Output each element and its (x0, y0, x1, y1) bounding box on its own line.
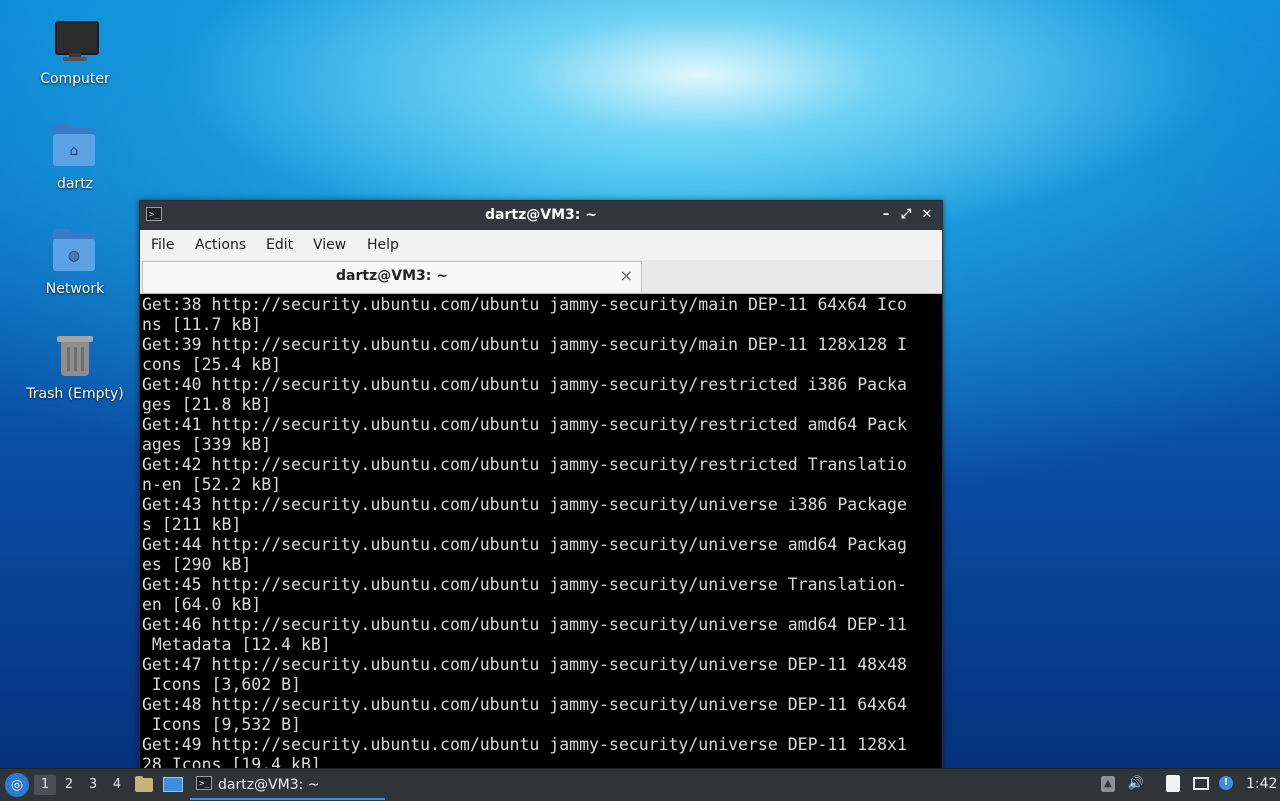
terminal-line: 28 Icons [19.4 kB] (142, 755, 321, 769)
desktop-icon-label: Computer (40, 71, 110, 87)
terminal-line: Get:40 http://security.ubuntu.com/ubuntu… (142, 375, 907, 394)
workspace-4[interactable]: 4 (106, 775, 128, 795)
menu-help[interactable]: Help (367, 237, 399, 253)
terminal-line: Metadata [12.4 kB] (142, 635, 331, 654)
close-button[interactable]: ✕ (918, 206, 936, 224)
desktop-icon-trash[interactable]: Trash (Empty) (20, 332, 130, 403)
terminal-line: Get:47 http://security.ubuntu.com/ubuntu… (142, 655, 907, 674)
window-titlebar[interactable]: >_ dartz@VM3: ~ – ⤢ ✕ (140, 201, 942, 230)
desktop-icon-computer[interactable]: Computer (20, 17, 130, 88)
terminal-window[interactable]: >_ dartz@VM3: ~ – ⤢ ✕ File Actions Edit … (139, 200, 943, 772)
clipboard-icon[interactable] (1164, 775, 1182, 793)
menu-actions[interactable]: Actions (195, 237, 246, 253)
file-manager-launcher-icon[interactable] (135, 776, 153, 792)
desktop-icon-label: Network (45, 281, 105, 297)
terminal-line: ns [11.7 kB] (142, 315, 262, 334)
terminal-line: Get:42 http://security.ubuntu.com/ubuntu… (142, 455, 907, 474)
tab-terminal[interactable]: dartz@VM3: ~ × (142, 261, 642, 292)
terminal-line: n-en [52.2 kB] (142, 475, 282, 494)
home-folder-icon: ⌂ (51, 122, 99, 170)
menu-edit[interactable]: Edit (266, 237, 293, 253)
task-terminal[interactable]: >_ dartz@VM3: ~ (190, 772, 385, 800)
terminal-line: Get:46 http://security.ubuntu.com/ubuntu… (142, 615, 907, 634)
terminal-line: Icons [3,602 B] (142, 675, 301, 694)
update-notifier-icon[interactable]: ! (1217, 775, 1235, 793)
start-menu-button[interactable]: ◎ (5, 773, 29, 797)
network-folder-icon: ◍ (51, 227, 99, 275)
menubar: File Actions Edit View Help (140, 230, 942, 260)
minimize-button[interactable]: – (877, 206, 895, 224)
menu-file[interactable]: File (151, 237, 174, 253)
clock[interactable]: 1:42 (1246, 776, 1277, 792)
window-title: dartz@VM3: ~ (485, 207, 597, 223)
terminal-line: ges [21.8 kB] (142, 395, 272, 414)
desktop-icon-label: dartz (56, 176, 94, 192)
terminal-line: Get:43 http://security.ubuntu.com/ubuntu… (142, 495, 907, 514)
desktop-icon-label: Trash (Empty) (26, 386, 124, 402)
workspace-3[interactable]: 3 (82, 775, 104, 795)
terminal-line: Get:44 http://security.ubuntu.com/ubuntu… (142, 535, 907, 554)
terminal-line: s [211 kB] (142, 515, 242, 534)
workspace-2[interactable]: 2 (58, 775, 80, 795)
menu-view[interactable]: View (313, 237, 346, 253)
terminal-line: Icons [9,532 B] (142, 715, 301, 734)
tab-close-icon[interactable]: × (620, 266, 633, 285)
terminal-line: Get:45 http://security.ubuntu.com/ubuntu… (142, 575, 907, 594)
maximize-button[interactable]: ⤢ (897, 206, 915, 224)
tab-label: dartz@VM3: ~ (336, 268, 448, 284)
desktop-icon-network[interactable]: ◍ Network (20, 227, 130, 298)
volume-icon[interactable]: 🔊 (1127, 775, 1145, 793)
terminal-line: Get:49 http://security.ubuntu.com/ubuntu… (142, 735, 907, 754)
terminal-line: Get:39 http://security.ubuntu.com/ubuntu… (142, 335, 907, 354)
terminal-line: es [290 kB] (142, 555, 252, 574)
terminal-output[interactable]: Get:38 http://security.ubuntu.com/ubuntu… (142, 295, 940, 769)
upload-icon[interactable]: ▲ (1099, 775, 1117, 793)
trash-icon (51, 332, 99, 380)
terminal-line: Get:48 http://security.ubuntu.com/ubuntu… (142, 695, 907, 714)
terminal-line: cons [25.4 kB] (142, 355, 282, 374)
terminal-line: Get:38 http://security.ubuntu.com/ubuntu… (142, 295, 907, 314)
task-label: dartz@VM3: ~ (218, 777, 320, 793)
show-desktop-icon[interactable] (163, 776, 183, 792)
network-icon[interactable] (1192, 775, 1210, 793)
taskbar: ◎ 1 2 3 4 >_ dartz@VM3: ~ ▲ 🔊 ! 1:42 (0, 768, 1280, 801)
terminal-icon: >_ (196, 776, 212, 790)
tab-bar: dartz@VM3: ~ × (140, 260, 942, 294)
desktop-icon-home[interactable]: ⌂ dartz (20, 122, 130, 193)
terminal-line: Get:41 http://security.ubuntu.com/ubuntu… (142, 415, 907, 434)
terminal-line: en [64.0 kB] (142, 595, 262, 614)
computer-icon (51, 17, 99, 65)
terminal-line: ages [339 kB] (142, 435, 272, 454)
workspace-1[interactable]: 1 (34, 775, 56, 795)
